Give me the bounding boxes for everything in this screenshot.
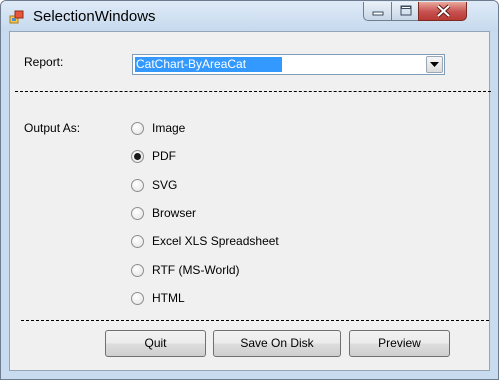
- radio-button[interactable]: [131, 264, 144, 277]
- radio-label: PDF: [152, 149, 176, 163]
- radio-button[interactable]: [131, 292, 144, 305]
- app-window: SelectionWindows Report: CatChart-ByArea…: [0, 0, 499, 380]
- radio-button[interactable]: [131, 150, 144, 163]
- output-as-label: Output As:: [24, 121, 81, 135]
- quit-button[interactable]: Quit: [105, 330, 206, 357]
- maximize-button[interactable]: [391, 2, 419, 21]
- save-on-disk-button[interactable]: Save On Disk: [213, 330, 341, 357]
- report-selected-value: CatChart-ByAreaCat: [135, 57, 282, 72]
- minimize-button[interactable]: [363, 2, 392, 21]
- app-window-icon: [9, 9, 25, 25]
- radio-label: Excel XLS Spreadsheet: [152, 234, 279, 248]
- radio-label: Image: [152, 121, 186, 135]
- client-area: Report: CatChart-ByAreaCat Output As: Im…: [9, 31, 491, 371]
- close-button[interactable]: [418, 2, 467, 21]
- radio-button[interactable]: [131, 122, 144, 135]
- title-bar[interactable]: SelectionWindows: [1, 1, 498, 31]
- radio-label: RTF (MS-World): [152, 263, 240, 277]
- radio-label: SVG: [152, 178, 178, 192]
- radio-label: Browser: [152, 206, 197, 220]
- radio-button[interactable]: [131, 235, 144, 248]
- radio-label: HTML: [152, 291, 185, 305]
- report-label: Report:: [24, 55, 64, 69]
- separator-top: [15, 91, 491, 92]
- separator-bottom: [21, 320, 489, 321]
- preview-button[interactable]: Preview: [349, 330, 450, 357]
- radio-button[interactable]: [131, 207, 144, 220]
- report-combobox[interactable]: CatChart-ByAreaCat: [132, 54, 445, 75]
- radio-button[interactable]: [131, 179, 144, 192]
- window-title: SelectionWindows: [33, 8, 156, 25]
- report-dropdown-button[interactable]: [426, 56, 443, 73]
